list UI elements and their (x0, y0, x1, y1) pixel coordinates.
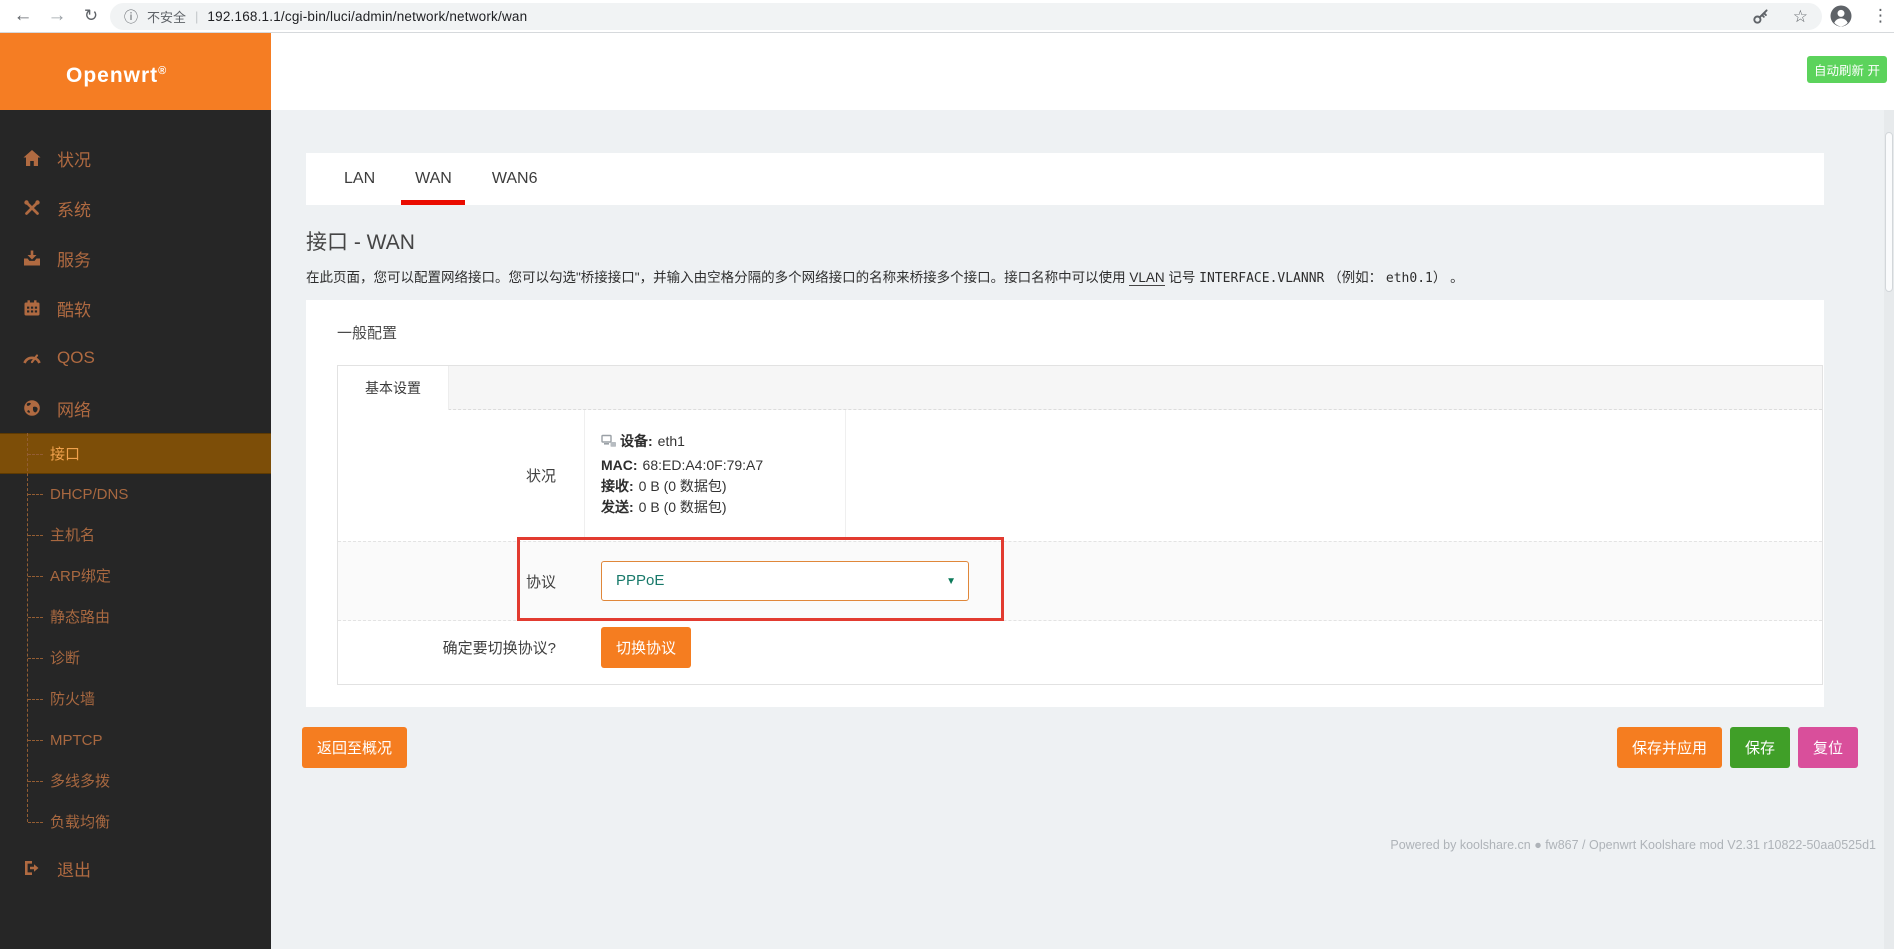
bookmark-star-icon[interactable]: ☆ (1793, 7, 1808, 27)
profile-avatar-icon[interactable] (1830, 5, 1852, 27)
auto-refresh-toggle[interactable]: 自动刷新 开 (1807, 56, 1887, 83)
page-description: 在此页面，您可以配置网络接口。您可以勾选"桥接接口"，并输入由空格分隔的多个网络… (306, 266, 1824, 286)
logout-icon (22, 858, 42, 878)
status-row: 状况 设备:eth1 MAC:68:ED:A4:0F:79:A7 接收:0 B … (338, 410, 1822, 541)
sidebar: Openwrt® 状况 系统 服务 (0, 33, 271, 949)
back-to-overview-button[interactable]: 返回至概况 (302, 727, 407, 768)
gauge-icon (22, 348, 42, 368)
sidebar-item-logout[interactable]: 退出 (0, 843, 271, 893)
sidebar-subitem-diagnostics[interactable]: 诊断 (0, 638, 271, 679)
section-legend: 一般配置 (337, 322, 397, 343)
sidebar-subitem-load-balancing[interactable]: 负载均衡 (0, 802, 271, 843)
sidebar-subitem-arp-binding[interactable]: ARP绑定 (0, 556, 271, 597)
protocol-row: 协议 PPPoE ▼ (338, 541, 1822, 621)
info-icon[interactable]: ⓘ (124, 7, 138, 27)
browser-menu-icon[interactable]: ⋮ (1872, 0, 1888, 33)
page-title: 接口 - WAN (306, 226, 415, 256)
sidebar-subitem-static-routes[interactable]: 静态路由 (0, 597, 271, 638)
protocol-row-label: 协议 (338, 571, 578, 592)
switch-protocol-row: 确定要切换协议? 切换协议 (338, 621, 1822, 685)
active-tab-underline (401, 200, 465, 205)
sidebar-item-network[interactable]: 网络 (0, 383, 271, 433)
sidebar-subitem-mptcp[interactable]: MPTCP (0, 720, 271, 761)
sidebar-subitem-hostname[interactable]: 主机名 (0, 515, 271, 556)
registered-mark: ® (158, 65, 167, 77)
sidebar-item-system[interactable]: 系统 (0, 183, 271, 233)
sidebar-item-status[interactable]: 状况 (0, 133, 271, 183)
protocol-select[interactable]: PPPoE ▼ (601, 561, 969, 601)
tab-wan[interactable]: WAN (401, 153, 466, 205)
form-actions: 保存并应用 保存 复位 (1617, 727, 1858, 768)
sidebar-subitem-firewall[interactable]: 防火墙 (0, 679, 271, 720)
tools-icon (22, 198, 42, 218)
settings-subtabs: 基本设置 (338, 366, 1822, 410)
services-icon (22, 248, 42, 268)
general-config-panel: 一般配置 基本设置 状况 设备:eth1 MAC:68:ED:A4:0F:79:… (306, 300, 1824, 707)
openwrt-logo: Openwrt® (0, 33, 271, 110)
home-icon (22, 148, 42, 168)
security-label: 不安全 (147, 7, 186, 26)
browser-forward-icon[interactable]: → (44, 0, 70, 33)
ethernet-adapter-icon (601, 433, 617, 449)
save-button[interactable]: 保存 (1730, 727, 1790, 768)
tab-wan6[interactable]: WAN6 (478, 153, 552, 205)
subtab-basic-settings[interactable]: 基本设置 (338, 366, 449, 410)
browser-back-icon[interactable]: ← (10, 0, 36, 33)
tab-lan[interactable]: LAN (330, 153, 389, 205)
sidebar-item-qos[interactable]: QOS (0, 333, 271, 383)
reset-button[interactable]: 复位 (1798, 727, 1858, 768)
address-bar[interactable]: ⓘ 不安全 | 192.168.1.1/cgi-bin/luci/admin/n… (110, 3, 1822, 30)
main-header: 自动刷新 开 (271, 33, 1894, 110)
footer-credits: Powered by koolshare.cn ● fw867 / Openwr… (1390, 838, 1876, 852)
browser-reload-icon[interactable]: ↻ (78, 0, 104, 33)
vlan-abbr: VLAN (1129, 270, 1164, 286)
interface-tabbar: LAN WAN WAN6 (306, 153, 1824, 205)
scrollbar-track[interactable] (1884, 110, 1894, 949)
sidebar-subitem-dhcp-dns[interactable]: DHCP/DNS (0, 474, 271, 515)
interface-status-cell: 设备:eth1 MAC:68:ED:A4:0F:79:A7 接收:0 B (0 … (584, 410, 846, 541)
browser-toolbar: ← → ↻ ⓘ 不安全 | 192.168.1.1/cgi-bin/luci/a… (0, 0, 1894, 33)
sidebar-subitem-interfaces[interactable]: 接口 (0, 433, 271, 474)
network-submenu: 接口 DHCP/DNS 主机名 ARP绑定 静态路由 诊断 防火墙 MPTCP … (0, 433, 271, 843)
main-content: LAN WAN WAN6 接口 - WAN 在此页面，您可以配置网络接口。您可以… (271, 110, 1894, 949)
sidebar-menu: 状况 系统 服务 (0, 110, 271, 893)
url-text: 192.168.1.1/cgi-bin/luci/admin/network/n… (207, 9, 527, 24)
sidebar-item-services[interactable]: 服务 (0, 233, 271, 283)
key-icon[interactable] (1752, 8, 1769, 25)
calendar-icon (22, 298, 42, 318)
sidebar-item-koolshare[interactable]: 酷软 (0, 283, 271, 333)
scrollbar-thumb[interactable] (1885, 132, 1893, 292)
status-row-label: 状况 (338, 410, 578, 541)
switch-question-label: 确定要切换协议? (338, 621, 578, 685)
chevron-down-icon: ▼ (946, 562, 956, 602)
globe-icon (22, 398, 42, 418)
menu-tree-line (27, 433, 28, 822)
switch-protocol-button[interactable]: 切换协议 (601, 627, 691, 668)
sidebar-subitem-multiwan-dial[interactable]: 多线多拨 (0, 761, 271, 802)
address-separator: | (195, 9, 198, 24)
settings-box: 基本设置 状况 设备:eth1 MAC:68:ED:A4:0F:79:A7 接收… (337, 365, 1823, 685)
save-apply-button[interactable]: 保存并应用 (1617, 727, 1722, 768)
